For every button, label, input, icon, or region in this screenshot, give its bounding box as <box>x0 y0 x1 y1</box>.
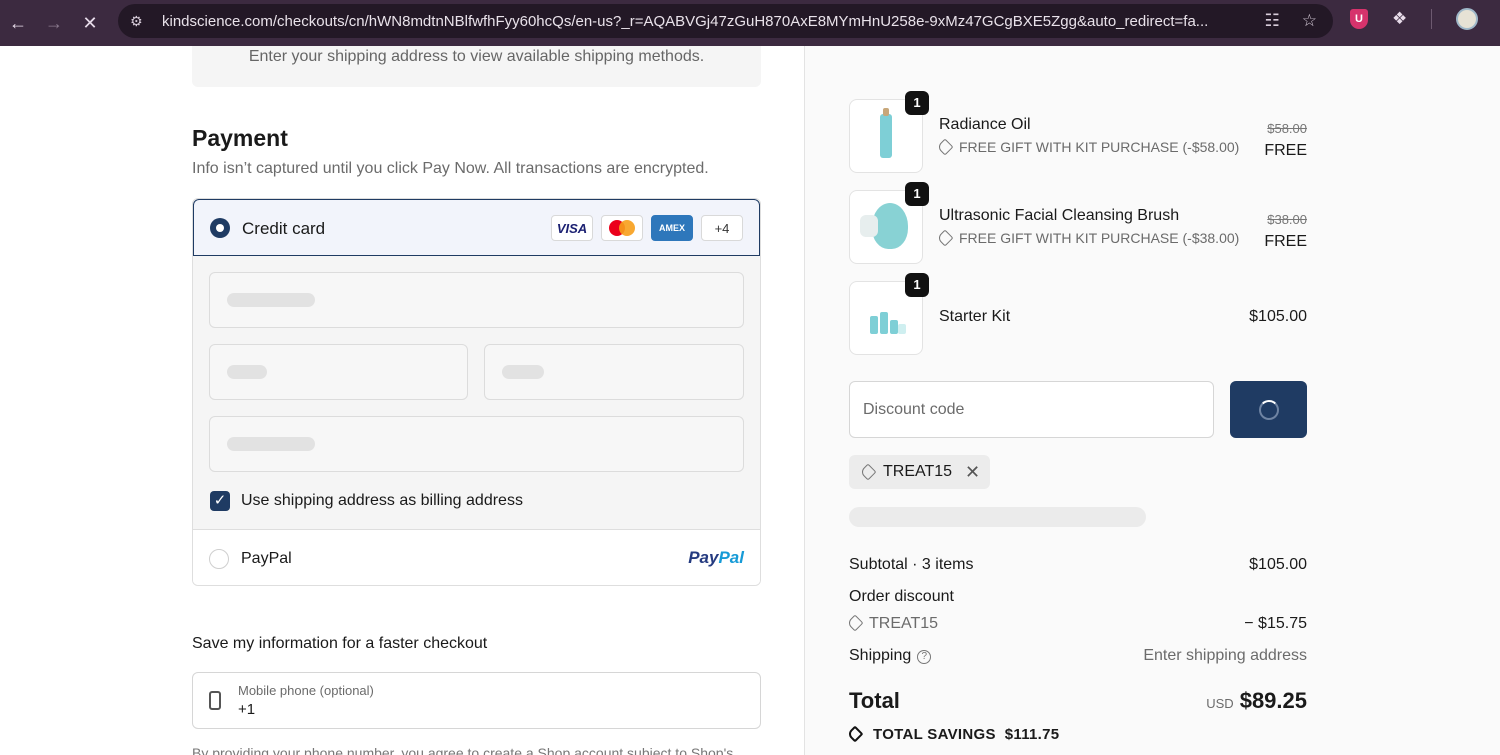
visa-logo-icon: VISA <box>551 215 593 241</box>
forward-arrow-icon[interactable]: → <box>36 5 72 41</box>
quantity-badge: 1 <box>905 91 929 115</box>
order-discount-row: Order discount <box>849 588 1307 606</box>
mobile-phone-value[interactable]: +1 <box>238 701 255 718</box>
shipping-value: Enter shipping address <box>1143 647 1307 664</box>
extensions-puzzle-icon[interactable]: ❖ <box>1392 9 1407 29</box>
loading-placeholder <box>849 507 1146 527</box>
loading-spinner-icon <box>1259 400 1279 420</box>
paypal-label: PayPal <box>241 550 292 567</box>
discount-code-line: TREAT15 <box>846 614 938 632</box>
credit-card-option[interactable]: Credit card VISA AMEX +4 <box>193 199 760 256</box>
product-name: Radiance Oil <box>939 116 1031 133</box>
stop-loading-icon[interactable]: ✕ <box>72 5 108 41</box>
discount-code-placeholder: Discount code <box>863 401 965 418</box>
discount-code-row: TREAT15 − $15.75 <box>846 614 1307 633</box>
paypal-option[interactable]: PayPal PayPal <box>193 529 760 585</box>
back-arrow-icon[interactable]: ← <box>0 5 36 41</box>
card-fields-panel: ✓ Use shipping address as billing addres… <box>193 256 760 529</box>
subtotal-label: Subtotal · 3 items <box>849 556 974 573</box>
mobile-phone-label: Mobile phone (optional) <box>238 683 374 698</box>
loading-placeholder <box>227 365 267 379</box>
profile-avatar[interactable] <box>1456 8 1479 30</box>
total-amount: USD $89.25 <box>1206 688 1307 714</box>
toolbar-divider <box>1431 9 1433 29</box>
more-cards-badge: +4 <box>701 215 743 241</box>
savings-label: TOTAL SAVINGS <box>873 726 996 743</box>
mastercard-logo-icon <box>601 215 643 241</box>
discount-code-input[interactable]: Discount code <box>849 381 1214 438</box>
line-price: FREE <box>1264 233 1307 250</box>
url-text[interactable]: kindscience.com/checkouts/cn/hWN8mdtnNBl… <box>162 13 1252 30</box>
total-value: $89.25 <box>1239 688 1307 713</box>
shipping-row: Shipping? Enter shipping address <box>849 647 1307 665</box>
tag-icon <box>936 138 954 156</box>
total-savings: TOTAL SAVINGS $111.75 <box>846 725 1060 743</box>
billing-address-label[interactable]: Use shipping address as billing address <box>241 492 523 510</box>
remove-discount-icon[interactable]: ✕ <box>965 455 980 489</box>
total-currency: USD <box>1206 696 1234 711</box>
original-price: $58.00 <box>1267 121 1307 136</box>
mobile-phone-icon <box>209 691 221 710</box>
apply-discount-button[interactable] <box>1230 381 1307 438</box>
translate-icon[interactable]: ☷ <box>1265 11 1280 31</box>
card-number-field[interactable] <box>209 272 744 328</box>
total-row: Total USD $89.25 <box>849 688 1307 718</box>
loading-placeholder <box>502 365 544 379</box>
tag-icon <box>859 463 877 481</box>
gift-discount-note: FREE GIFT WITH KIT PURCHASE (-$38.00) <box>936 229 1239 247</box>
order-discount-label: Order discount <box>849 588 954 605</box>
product-name: Starter Kit <box>939 308 1011 325</box>
applied-code-text: TREAT15 <box>883 463 953 480</box>
amex-logo-icon: AMEX <box>651 215 693 241</box>
quantity-badge: 1 <box>905 182 929 206</box>
bookmark-star-icon[interactable]: ☆ <box>1302 11 1317 31</box>
mobile-phone-field[interactable]: Mobile phone (optional) +1 <box>192 672 761 729</box>
applied-discount-chip: TREAT15 ✕ <box>849 455 991 489</box>
line-item: 1 Ultrasonic Facial Cleansing Brush FREE… <box>849 182 1307 264</box>
loading-placeholder <box>227 293 315 307</box>
gift-discount-note: FREE GIFT WITH KIT PURCHASE (-$58.00) <box>936 138 1239 156</box>
total-label: Total <box>849 688 900 713</box>
original-price: $38.00 <box>1267 212 1307 227</box>
loading-placeholder <box>227 437 315 451</box>
credit-card-radio[interactable] <box>210 218 230 238</box>
order-summary: 1 Radiance Oil FREE GIFT WITH KIT PURCHA… <box>804 46 1500 755</box>
subtotal-row: Subtotal · 3 items $105.00 <box>849 556 1307 574</box>
card-brand-logos: VISA AMEX +4 <box>551 215 743 241</box>
subtotal-value: $105.00 <box>1249 556 1307 573</box>
shop-terms-fineprint: By providing your phone number, you agre… <box>192 745 734 755</box>
savings-value: $111.75 <box>1004 726 1060 743</box>
quantity-badge: 1 <box>905 273 929 297</box>
payment-subtitle: Info isn’t captured until you click Pay … <box>192 160 709 177</box>
security-code-field[interactable] <box>484 344 744 400</box>
tag-icon <box>846 614 864 632</box>
payment-heading: Payment <box>192 125 288 151</box>
name-on-card-field[interactable] <box>209 416 744 472</box>
address-bar[interactable]: ⚙ kindscience.com/checkouts/cn/hWN8mdtnN… <box>118 4 1333 38</box>
site-settings-icon[interactable]: ⚙ <box>130 13 152 30</box>
credit-card-label: Credit card <box>242 219 326 238</box>
paypal-logo-icon: PayPal <box>688 548 744 567</box>
line-item: 1 Starter Kit $105.00 <box>849 273 1307 355</box>
save-info-heading: Save my information for a faster checkou… <box>192 635 488 652</box>
ublock-shield-icon[interactable]: U <box>1350 9 1368 29</box>
discount-amount: − $15.75 <box>1244 615 1307 632</box>
billing-address-checkbox[interactable]: ✓ <box>210 491 230 511</box>
paypal-radio[interactable] <box>209 549 229 569</box>
payment-methods: Credit card VISA AMEX +4 ✓ Use shipping … <box>192 198 761 586</box>
browser-toolbar: ← → ✕ ⚙ kindscience.com/checkouts/cn/hWN… <box>0 0 1500 46</box>
expiration-date-field[interactable] <box>209 344 468 400</box>
line-price: $105.00 <box>1249 308 1307 325</box>
tag-icon <box>846 725 864 743</box>
shipping-methods-notice: Enter your shipping address to view avai… <box>192 46 761 87</box>
shipping-label: Shipping <box>849 647 912 664</box>
line-item: 1 Radiance Oil FREE GIFT WITH KIT PURCHA… <box>849 91 1307 173</box>
product-name: Ultrasonic Facial Cleansing Brush <box>939 207 1180 224</box>
help-question-icon[interactable]: ? <box>917 650 932 664</box>
tag-icon <box>936 229 954 247</box>
line-price: FREE <box>1264 142 1307 159</box>
